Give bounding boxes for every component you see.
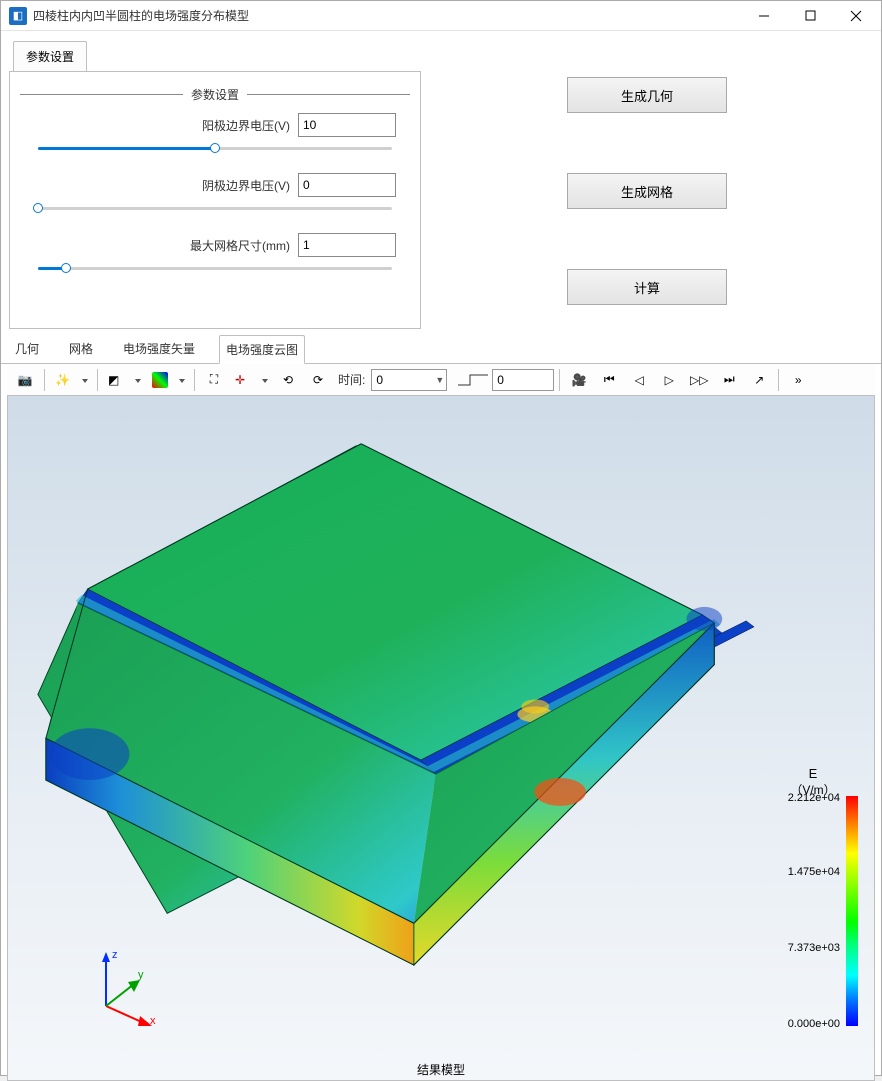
rotate-ccw-icon: ⟲: [283, 373, 293, 387]
close-icon: [850, 10, 862, 22]
chevron-down-icon: [135, 379, 141, 383]
legend-title: E: [758, 766, 868, 781]
last-frame-button[interactable]: ⏭: [715, 367, 743, 393]
mesh-input[interactable]: [298, 233, 396, 257]
cutplane-icon: ◩: [108, 373, 119, 387]
chevron-right-icon: »: [795, 373, 802, 387]
cathode-row: 阴极边界电压(V): [20, 173, 410, 197]
rotate-cw-button[interactable]: ⟳: [304, 367, 332, 393]
tab-param-settings[interactable]: 参数设置: [13, 41, 87, 71]
tab-geometry[interactable]: 几何: [9, 335, 45, 363]
export-icon: ↗: [754, 373, 764, 387]
play-button[interactable]: ▷: [655, 367, 683, 393]
window-title: 四棱柱内内凹半圆柱的电场强度分布模型: [33, 7, 741, 24]
legend-line: [247, 94, 410, 95]
skip-end-icon: ⏭: [724, 372, 735, 387]
axis-y-label: y: [138, 969, 144, 981]
legend-tick-1: 7.373e+03: [788, 942, 840, 954]
cube-icon: [152, 372, 168, 388]
fit-icon: ⛶: [210, 372, 218, 387]
camera-icon: 📷: [18, 373, 33, 387]
viewer-toolbar: 📷 ✨ ◩ ⛶ ✛ ⟲ ⟳ 时间: ▼ 🎥 ⏮ ◁ ▷ ▷▷ ⏭ ↗ »: [7, 364, 875, 396]
rotate-ccw-button[interactable]: ⟲: [274, 367, 302, 393]
viewer-3d[interactable]: E （V/m） 2.212e+04 1.475e+04 7.373e+03 0.…: [7, 396, 875, 1081]
minimize-button[interactable]: [741, 1, 787, 31]
chevron-down-icon: [82, 379, 88, 383]
axes-triad: z y x: [86, 946, 166, 1026]
param-legend: 参数设置: [183, 86, 247, 103]
anode-slider[interactable]: [38, 141, 392, 155]
screenshot-button[interactable]: 📷: [11, 367, 39, 393]
more-button[interactable]: »: [784, 367, 812, 393]
view-tabbar: 几何 网格 电场强度矢量 电场强度云图: [1, 329, 881, 364]
param-panel: 参数设置 阳极边界电压(V) 阴极边界电压(V): [9, 71, 421, 329]
chevron-down-icon: [179, 379, 185, 383]
play-icon: ▷: [665, 373, 674, 387]
top-tabbar: 参数设置: [9, 41, 873, 71]
mesh-slider[interactable]: [38, 261, 392, 275]
axis-x-label: x: [150, 1015, 156, 1026]
anode-label: 阳极边界电压(V): [34, 117, 298, 134]
title-bar: ◧ 四棱柱内内凹半圆柱的电场强度分布模型: [1, 1, 881, 31]
app-icon: ◧: [9, 7, 27, 25]
viewer-footer-label: 结果模型: [8, 1061, 874, 1078]
generate-mesh-button[interactable]: 生成网格: [567, 173, 727, 209]
time-step-input[interactable]: [492, 369, 554, 391]
maximize-icon: [805, 10, 816, 21]
minimize-icon: [758, 10, 770, 22]
axes-icon: ✛: [235, 373, 245, 387]
video-icon: 🎥: [572, 373, 587, 387]
tab-field-contour[interactable]: 电场强度云图: [219, 335, 305, 364]
legend-line: [20, 94, 183, 95]
palette-button[interactable]: [147, 367, 189, 393]
legend-gradient: [846, 796, 858, 1026]
cathode-slider[interactable]: [38, 201, 392, 215]
record-button[interactable]: 🎥: [565, 367, 593, 393]
param-legend-row: 参数设置: [20, 86, 410, 103]
color-legend: E （V/m） 2.212e+04 1.475e+04 7.373e+03 0.…: [758, 766, 868, 1036]
axes-button[interactable]: ✛: [230, 367, 272, 393]
maximize-button[interactable]: [787, 1, 833, 31]
prev-icon: ◁: [635, 373, 644, 387]
first-frame-button[interactable]: ⏮: [595, 367, 623, 393]
time-label: 时间:: [338, 371, 365, 388]
step-shape-icon: [456, 371, 490, 389]
export-button[interactable]: ↗: [745, 367, 773, 393]
axis-z-label: z: [112, 949, 118, 961]
dropdown-icon: ▼: [435, 375, 444, 385]
next-icon: ▷▷: [690, 373, 708, 387]
anode-input[interactable]: [298, 113, 396, 137]
action-buttons: 生成几何 生成网格 计算: [421, 71, 873, 305]
cathode-label: 阴极边界电压(V): [34, 177, 298, 194]
mesh-label: 最大网格尺寸(mm): [34, 237, 298, 254]
window-buttons: [741, 1, 879, 31]
chevron-down-icon: [262, 379, 268, 383]
spark-icon: ✨: [55, 373, 70, 387]
fit-view-button[interactable]: ⛶: [200, 367, 228, 393]
section-button[interactable]: ◩: [103, 367, 145, 393]
prev-frame-button[interactable]: ◁: [625, 367, 653, 393]
next-frame-button[interactable]: ▷▷: [685, 367, 713, 393]
mesh-row: 最大网格尺寸(mm): [20, 233, 410, 257]
legend-tick-2: 1.475e+04: [788, 866, 840, 878]
tab-mesh[interactable]: 网格: [63, 335, 99, 363]
legend-tick-min: 0.000e+00: [788, 1018, 840, 1030]
settings-area: 参数设置 参数设置 阳极边界电压(V) 阴极边界电压(V): [1, 31, 881, 329]
highlight-button[interactable]: ✨: [50, 367, 92, 393]
anode-row: 阳极边界电压(V): [20, 113, 410, 137]
rotate-cw-icon: ⟳: [313, 373, 323, 387]
generate-geometry-button[interactable]: 生成几何: [567, 77, 727, 113]
legend-tick-max: 2.212e+04: [788, 792, 840, 804]
app-window: ◧ 四棱柱内内凹半圆柱的电场强度分布模型 参数设置 参数设置: [0, 0, 882, 1076]
calculate-button[interactable]: 计算: [567, 269, 727, 305]
close-button[interactable]: [833, 1, 879, 31]
settings-row: 参数设置 阳极边界电压(V) 阴极边界电压(V): [9, 71, 873, 329]
skip-start-icon: ⏮: [604, 372, 615, 387]
cathode-input[interactable]: [298, 173, 396, 197]
tab-field-vector[interactable]: 电场强度矢量: [117, 335, 201, 363]
